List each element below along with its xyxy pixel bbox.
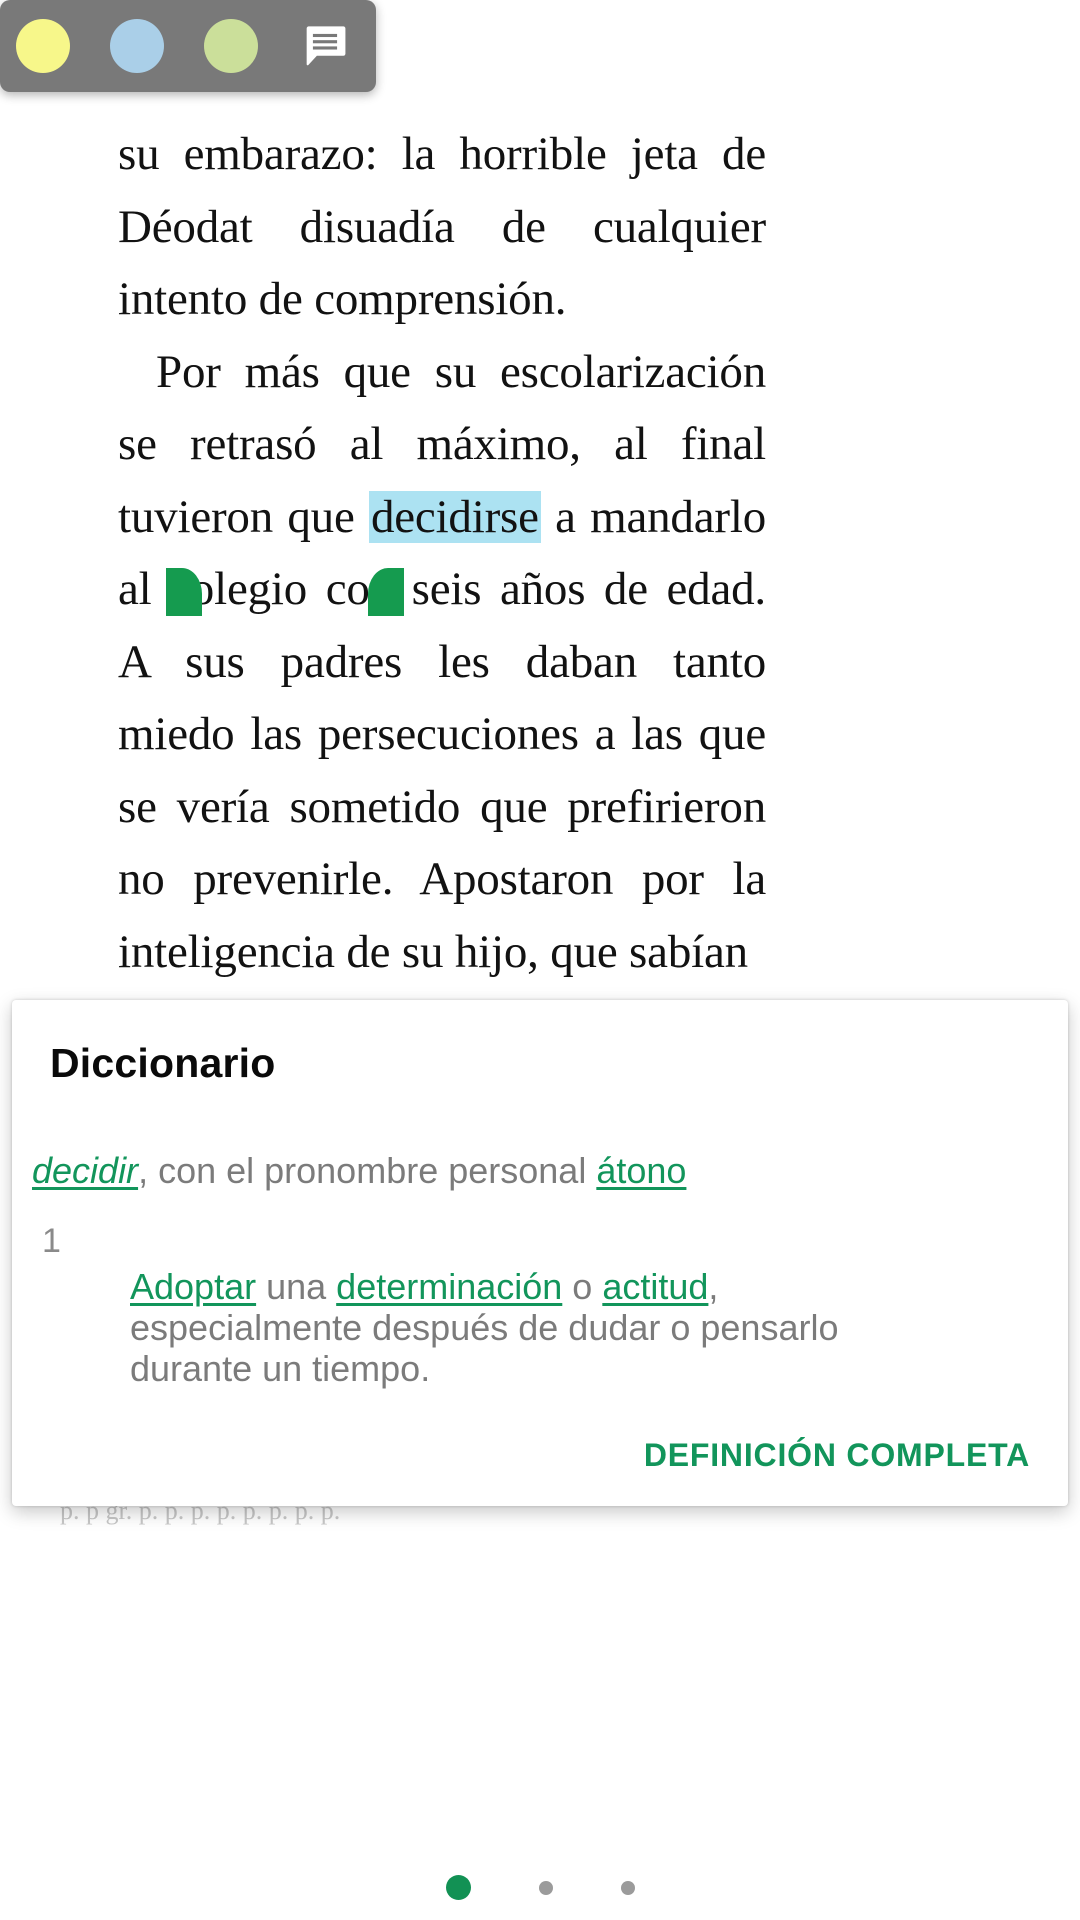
- sense-link-adoptar[interactable]: Adoptar: [130, 1266, 256, 1307]
- selected-word[interactable]: decidirse: [368, 490, 541, 543]
- paragraph-2-run-3: a mandarlo al colegio con seis años de e…: [118, 490, 767, 978]
- page-dot-3[interactable]: [620, 1880, 635, 1895]
- highlight-color-green[interactable]: [204, 19, 258, 73]
- sense-body: Adoptar una determinación o actitud, esp…: [130, 1266, 920, 1389]
- book-body-text[interactable]: su embarazo: la horrible jeta de Déodat …: [118, 118, 766, 988]
- sense-text-2: o: [562, 1266, 603, 1307]
- highlight-color-yellow[interactable]: [16, 19, 70, 73]
- sense-link-actitud[interactable]: actitud: [602, 1266, 708, 1307]
- headword-link-atono[interactable]: átono: [596, 1150, 686, 1191]
- headword-suffix: , con el pronombre personal: [138, 1150, 597, 1191]
- highlight-color-blue[interactable]: [110, 19, 164, 73]
- reader-page: su embarazo: la horrible jeta de Déodat …: [0, 0, 1080, 1920]
- sense-link-determinacion[interactable]: determinación: [336, 1266, 562, 1307]
- sense-text-1: una: [256, 1266, 337, 1307]
- page-dot-2[interactable]: [538, 1880, 553, 1895]
- sense-number: 1: [42, 1222, 61, 1260]
- paragraph-1: su embarazo: la horrible jeta de Déodat …: [118, 118, 766, 336]
- dictionary-popup-card[interactable]: Diccionario decidir, con el pronombre pe…: [12, 1000, 1068, 1506]
- dictionary-headword-line: decidir, con el pronombre personal átono: [32, 1148, 1042, 1194]
- paragraph-1-run-1: su embarazo: la horrible jeta de Déodat …: [118, 128, 766, 325]
- paragraph-2: Por más que su escolarización se retrasó…: [118, 336, 766, 989]
- headword-link[interactable]: decidir: [32, 1150, 138, 1191]
- page-indicator-dots[interactable]: [0, 1875, 1080, 1900]
- highlight-toolbar[interactable]: [0, 0, 376, 92]
- dictionary-title: Diccionario: [50, 1040, 276, 1086]
- page-dot-1[interactable]: [445, 1875, 471, 1900]
- selection-handle-end[interactable]: [368, 568, 404, 616]
- full-definition-button[interactable]: DEFINICIÓN COMPLETA: [634, 1423, 1040, 1488]
- note-comment-icon[interactable]: [298, 19, 352, 73]
